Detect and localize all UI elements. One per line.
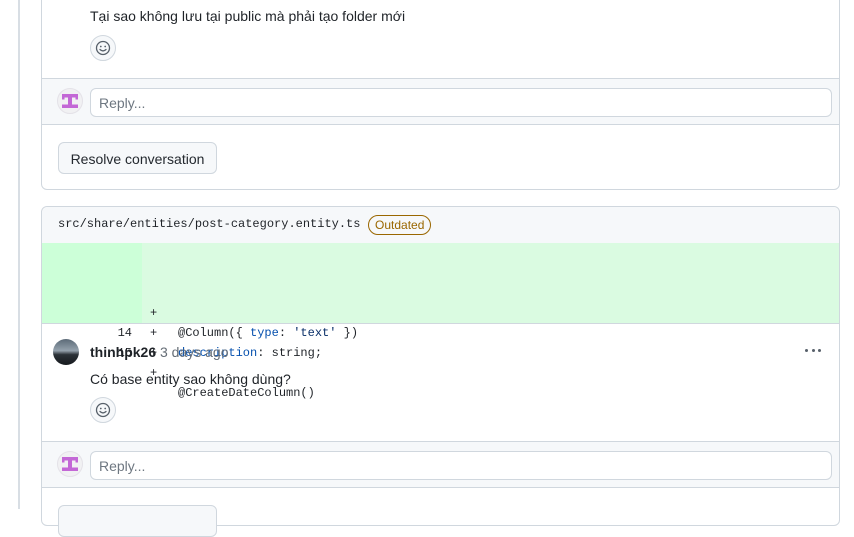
review-thread-1: Tại sao không lưu tại public mà phải tạo… — [41, 0, 840, 190]
file-header: src/share/entities/post-category.entity.… — [42, 207, 839, 243]
timeline-line — [18, 0, 20, 509]
diff-line: 12 + @Column({ type: 'text' }) — [42, 243, 839, 340]
diff-line: 15 + @CreateDateColumn() — [42, 303, 839, 400]
reply-input[interactable] — [90, 451, 832, 480]
code-line: @Column({ type: 'text' }) — [178, 323, 358, 343]
author-name[interactable]: thinhpk26 — [90, 344, 156, 360]
outdated-badge: Outdated — [368, 215, 432, 235]
diff-hunk: 12 + @Column({ type: 'text' }) 13 + desc… — [42, 243, 839, 400]
code-token: : — [278, 326, 294, 340]
author-avatar[interactable] — [53, 339, 79, 365]
code-token-string: 'text' — [293, 326, 337, 340]
code-token: : string; — [257, 346, 323, 360]
diff-gutter — [42, 303, 142, 323]
diff-gutter — [42, 243, 142, 263]
smiley-icon — [95, 402, 111, 418]
comment-body: Có base entity sao không dùng? — [90, 371, 291, 387]
identicon — [62, 457, 78, 471]
diff-gutter — [42, 283, 142, 303]
comment-timestamp[interactable]: 3 days ago — [160, 344, 229, 360]
kebab-dot — [805, 349, 808, 352]
line-number[interactable]: 14 — [102, 323, 132, 343]
review-thread-2: src/share/entities/post-category.entity.… — [41, 206, 840, 537]
smiley-icon — [95, 40, 111, 56]
avatar — [57, 88, 83, 114]
add-reaction-button[interactable] — [90, 35, 116, 61]
file-path-link[interactable]: src/share/entities/post-category.entity.… — [58, 217, 360, 231]
code-token: @Column({ — [178, 326, 251, 340]
resolve-conversation-button[interactable]: Resolve conversation — [58, 142, 217, 174]
diff-sign: + — [150, 326, 158, 340]
kebab-dot — [811, 349, 815, 352]
reply-input[interactable] — [90, 88, 832, 117]
diff-line: 14 + — [42, 283, 839, 360]
reply-row — [42, 78, 839, 125]
avatar — [57, 451, 83, 477]
comment-body: Tại sao không lưu tại public mà phải tạo… — [90, 8, 406, 24]
kebab-dot — [818, 349, 821, 352]
reply-row — [42, 441, 839, 488]
code-token: }) — [336, 326, 359, 340]
identicon — [62, 94, 78, 108]
diff-line: 13 + description: string; — [42, 263, 839, 360]
comment-options-button[interactable] — [802, 343, 824, 359]
code-token-key: type — [250, 326, 279, 340]
add-reaction-button[interactable] — [90, 397, 116, 423]
diff-gutter — [42, 263, 142, 283]
resolve-conversation-button[interactable] — [58, 505, 217, 537]
